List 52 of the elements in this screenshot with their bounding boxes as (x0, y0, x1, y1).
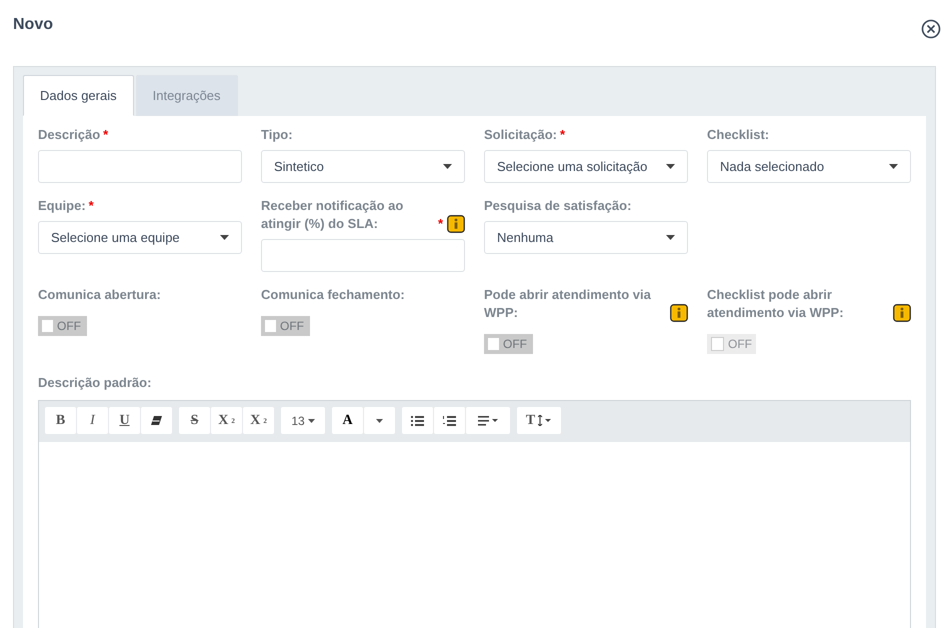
field-label: Comunica abertura: (38, 286, 161, 304)
caret-icon (376, 418, 383, 422)
required-asterisk: * (560, 126, 566, 144)
field-label: Tipo: (261, 126, 293, 144)
field-label: Descrição padrão: (38, 374, 152, 392)
select-dropdown[interactable]: Nenhuma (484, 221, 688, 254)
required-asterisk: * (103, 126, 108, 144)
field-label: Descrição (38, 126, 100, 144)
text-field[interactable] (261, 239, 465, 272)
line-height-icon (538, 415, 552, 426)
field-label: Comunica fechamento: (261, 286, 405, 304)
bullet-list-icon (411, 416, 424, 426)
numbered-list-icon (443, 416, 456, 426)
tab[interactable]: Dados gerais (23, 75, 134, 116)
select-dropdown[interactable]: Nada selecionado (707, 150, 911, 183)
numbered-list-button[interactable] (434, 407, 465, 434)
align-icon (478, 416, 498, 426)
select-dropdown[interactable]: Sintetico (261, 150, 465, 183)
caret-icon (666, 164, 675, 169)
caret-icon (666, 235, 675, 240)
eraser-icon (151, 416, 162, 425)
text-field[interactable] (38, 150, 242, 183)
caret-icon (443, 164, 452, 169)
format-button[interactable]: I (77, 407, 108, 434)
field-label: Pode abrir atendimento via WPP: (484, 286, 652, 322)
select-dropdown[interactable]: Selecione uma solicitação (484, 150, 688, 183)
bullet-list-button[interactable] (402, 407, 433, 434)
caret-icon (308, 418, 315, 422)
select-dropdown[interactable]: Selecione uma equipe (38, 221, 242, 254)
align-button[interactable] (466, 407, 510, 434)
line-height-button[interactable]: T (517, 407, 561, 434)
format-button[interactable]: S (179, 407, 210, 434)
field-label: Receber notificação ao atingir (%) do SLA: (261, 197, 404, 233)
close-icon[interactable] (921, 19, 941, 39)
field-label: Solicitação: (484, 126, 557, 144)
info-icon[interactable] (670, 304, 688, 322)
field-label: Pesquisa de satisfação: (484, 197, 632, 215)
field-label: Checklist pode abrir atendimento via WPP: (707, 286, 845, 322)
field-label: Checklist: (707, 126, 770, 144)
dialog-title: Novo (13, 16, 53, 34)
font-size-dropdown[interactable]: 13 (281, 407, 325, 434)
caret-icon (889, 164, 898, 169)
color-dropdown-button[interactable] (364, 407, 395, 434)
field-label: Equipe: (38, 197, 86, 215)
required-asterisk: * (88, 197, 94, 215)
caret-icon (220, 235, 229, 240)
eraser-button[interactable] (141, 407, 172, 434)
format-button[interactable]: U (109, 407, 140, 434)
format-button[interactable]: A (332, 407, 363, 434)
required-asterisk: * (438, 215, 443, 233)
format-button[interactable]: B (45, 407, 76, 434)
info-icon[interactable] (447, 215, 465, 233)
